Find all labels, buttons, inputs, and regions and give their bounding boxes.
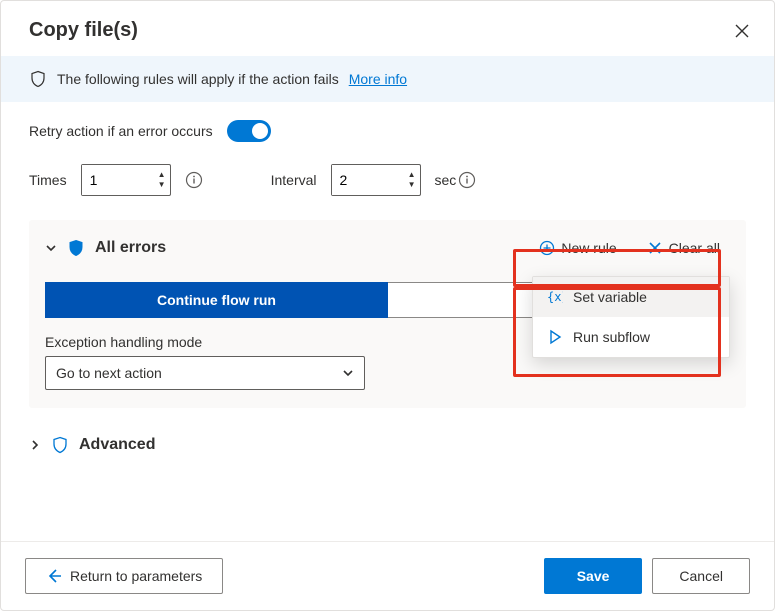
- cancel-label: Cancel: [679, 568, 723, 584]
- info-bar: The following rules will apply if the ac…: [1, 56, 774, 102]
- panel-title-wrap[interactable]: All errors: [45, 239, 166, 257]
- seconds-wrap: sec: [435, 171, 477, 189]
- chevron-right-icon: [29, 439, 41, 451]
- panel-actions: New rule Clear all {x} Set va: [529, 234, 730, 262]
- retry-label: Retry action if an error occurs: [29, 123, 213, 139]
- shield-icon: [51, 436, 69, 454]
- shield-icon: [29, 70, 47, 88]
- interval-stepper[interactable]: ▲ ▼: [331, 164, 421, 196]
- seconds-label: sec: [435, 172, 457, 188]
- chevron-down-icon[interactable]: ▼: [408, 181, 416, 189]
- new-rule-label: New rule: [561, 240, 616, 256]
- info-icon[interactable]: [185, 171, 203, 189]
- dialog-title: Copy file(s): [29, 19, 138, 42]
- more-info-link[interactable]: More info: [349, 71, 407, 87]
- tab-continue-flow[interactable]: Continue flow run: [45, 282, 388, 318]
- return-to-parameters-button[interactable]: Return to parameters: [25, 558, 223, 594]
- menu-item-run-subflow[interactable]: Run subflow: [533, 317, 729, 357]
- retry-params: Times ▲ ▼ Interval ▲ ▼ se: [29, 164, 746, 196]
- retry-row: Retry action if an error occurs: [29, 120, 746, 142]
- dialog-footer: Return to parameters Save Cancel: [1, 541, 774, 610]
- exception-mode-select[interactable]: Go to next action: [45, 356, 365, 390]
- all-errors-panel: All errors New rule Clear all: [29, 220, 746, 408]
- menu-label: Run subflow: [573, 329, 650, 345]
- chevron-down-icon[interactable]: [45, 242, 57, 254]
- new-rule-button[interactable]: New rule: [529, 234, 626, 262]
- select-value: Go to next action: [56, 365, 162, 381]
- dialog-header: Copy file(s): [1, 1, 774, 56]
- save-button[interactable]: Save: [544, 558, 643, 594]
- advanced-title: Advanced: [79, 436, 155, 454]
- close-icon[interactable]: [734, 23, 750, 39]
- new-rule-menu: {x} Set variable Run subflow: [532, 276, 730, 358]
- info-text: The following rules will apply if the ac…: [57, 71, 339, 87]
- interval-input[interactable]: [332, 165, 404, 195]
- chevron-down-icon: [342, 367, 354, 379]
- times-label: Times: [29, 172, 67, 188]
- plus-circle-icon: [539, 240, 555, 256]
- play-icon: [547, 329, 563, 345]
- times-arrows[interactable]: ▲ ▼: [154, 169, 170, 191]
- arrow-left-icon: [46, 568, 62, 584]
- menu-item-set-variable[interactable]: {x} Set variable: [533, 277, 729, 317]
- chevron-up-icon[interactable]: ▲: [158, 171, 166, 179]
- dialog-body: Retry action if an error occurs Times ▲ …: [1, 102, 774, 541]
- dialog: Copy file(s) The following rules will ap…: [0, 0, 775, 611]
- panel-title: All errors: [95, 239, 166, 257]
- save-label: Save: [577, 568, 610, 584]
- tab-label: Continue flow run: [157, 292, 276, 308]
- clear-all-button[interactable]: Clear all: [637, 234, 730, 262]
- x-icon: [647, 240, 663, 256]
- times-stepper[interactable]: ▲ ▼: [81, 164, 171, 196]
- info-icon[interactable]: [458, 171, 476, 189]
- chevron-down-icon[interactable]: ▼: [158, 181, 166, 189]
- cancel-button[interactable]: Cancel: [652, 558, 750, 594]
- svg-text:{x}: {x}: [547, 290, 563, 304]
- braces-icon: {x}: [547, 289, 563, 305]
- retry-toggle[interactable]: [227, 120, 271, 142]
- menu-label: Set variable: [573, 289, 647, 305]
- panel-header: All errors New rule Clear all: [45, 234, 730, 262]
- interval-arrows[interactable]: ▲ ▼: [404, 169, 420, 191]
- toggle-knob: [252, 123, 268, 139]
- shield-icon: [67, 239, 85, 257]
- times-input[interactable]: [82, 165, 154, 195]
- footer-right: Save Cancel: [544, 558, 750, 594]
- interval-label: Interval: [271, 172, 317, 188]
- clear-all-label: Clear all: [669, 240, 720, 256]
- return-label: Return to parameters: [70, 568, 202, 584]
- chevron-up-icon[interactable]: ▲: [408, 171, 416, 179]
- advanced-section-toggle[interactable]: Advanced: [29, 436, 746, 454]
